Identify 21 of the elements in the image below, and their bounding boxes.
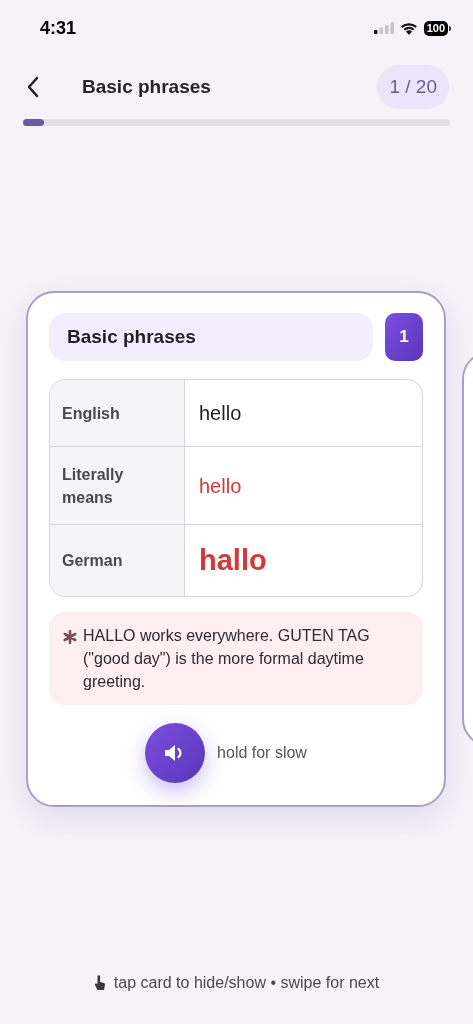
header-title: Basic phrases	[82, 74, 212, 99]
hand-tap-icon	[93, 975, 106, 991]
row-label: German	[50, 525, 185, 596]
note-text: HALLO works everywhere. GUTEN TAG ("good day") is the more formal daytime greeting.	[83, 626, 371, 692]
wifi-icon	[399, 21, 418, 35]
row-value: hallo	[198, 542, 268, 578]
row-label: English	[50, 380, 185, 446]
row-label: Literally means	[50, 447, 185, 524]
battery-level: 100	[423, 20, 448, 36]
asterisk-icon	[63, 630, 77, 644]
audio-hint: hold for slow	[217, 743, 307, 763]
signal-icon	[373, 22, 394, 34]
card-counter: 1 / 20	[377, 64, 449, 110]
deck-title: Basic phrases	[49, 313, 373, 361]
status-time: 4:31	[40, 16, 77, 40]
footer-hint: tap card to hide/show • swipe for next	[113, 973, 380, 993]
row-value: hello	[198, 401, 243, 426]
flashcard[interactable]: Basic phrases 1 English hello Literally means hello German hallo HALLO works everywhere. GUTEN TAG ("good day") is the more formal daytime greeting. hold for slow	[26, 291, 446, 807]
speaker-button[interactable]	[145, 723, 206, 783]
row-value: hello	[198, 473, 243, 499]
card-number-badge: 1	[385, 313, 423, 361]
